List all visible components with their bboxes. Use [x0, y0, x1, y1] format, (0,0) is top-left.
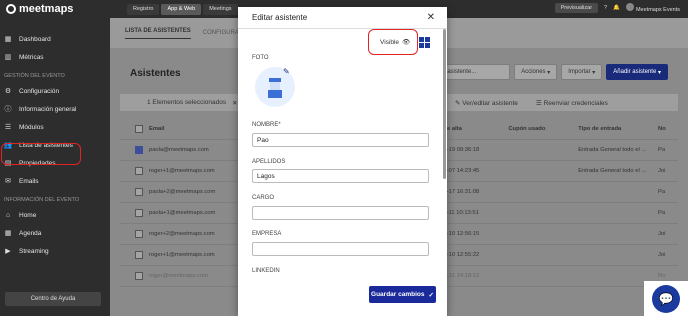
- sidebar-item-configuracion[interactable]: ⚙ Configuración: [0, 82, 110, 100]
- chat-icon: 💬: [652, 284, 680, 313]
- sidebar-item-informacion-general[interactable]: ⓘ Información general: [0, 100, 110, 118]
- sidebar-item-emails[interactable]: ✉ Emails: [0, 172, 110, 190]
- tab-lista-asistentes[interactable]: LISTA DE ASISTENTES: [125, 28, 191, 39]
- search-input[interactable]: asistente...: [440, 64, 511, 80]
- chart-icon: ▥: [4, 54, 12, 61]
- row-checkbox[interactable]: [135, 146, 143, 154]
- apellidos-label: APELLIDOS: [252, 159, 286, 165]
- sidebar-item-home[interactable]: ⌂ Home: [0, 206, 110, 224]
- help-center-button[interactable]: Centro de Ayuda: [5, 292, 101, 306]
- info-icon: ⓘ: [4, 106, 12, 113]
- sidebar-item-streaming[interactable]: ▶ Streaming: [0, 242, 110, 260]
- row-checkbox[interactable]: [135, 272, 143, 280]
- edit-attendee-modal: Editar asistente ✕ Visible 👁 FOTO ✎ NOMBR…: [238, 7, 447, 316]
- sidebar-item-modulos[interactable]: ☰ Módulos: [0, 118, 110, 136]
- logo-icon: [6, 4, 16, 14]
- avatar: [625, 3, 634, 11]
- tab-configuracion[interactable]: CONFIGURA: [203, 30, 239, 36]
- edit-icon: ✎: [455, 99, 461, 107]
- selected-count: 1 Elementos seleccionados: [147, 99, 227, 106]
- topbar-right: Previsualizar ? 🔔 Meetmaps Events: [554, 3, 680, 13]
- foto-label: FOTO: [252, 55, 269, 61]
- sidebar-item-metricas[interactable]: ▥ Métricas: [0, 48, 110, 66]
- sidebar-section-event: GESTIÓN DEL EVENTO: [4, 73, 65, 79]
- chat-widget[interactable]: 💬: [644, 281, 688, 316]
- empresa-field[interactable]: [252, 242, 429, 256]
- logo[interactable]: meetmaps: [0, 0, 110, 18]
- add-attendee-button[interactable]: Añadir asistente ▾: [606, 64, 668, 80]
- sidebar-section-info: INFORMACIÓN DEL EVENTO: [4, 197, 80, 203]
- toolbar: asistente... Acciones ▾ Importar ▾ Añadi…: [440, 64, 668, 80]
- user-avatar-icon: [268, 78, 282, 98]
- qr-code-icon[interactable]: [419, 37, 430, 48]
- cargo-field[interactable]: [252, 206, 429, 220]
- list-icon: ☰: [535, 99, 542, 107]
- modal-title: Editar asistente: [238, 7, 447, 29]
- row-checkbox[interactable]: [135, 251, 143, 259]
- close-icon[interactable]: ✕: [427, 12, 435, 23]
- bell-icon[interactable]: 🔔: [613, 5, 620, 11]
- row-checkbox[interactable]: [135, 230, 143, 238]
- selection-actions: ✎ Ver/editar asistente ☰ Reenviar creden…: [455, 99, 608, 107]
- tab-meetings[interactable]: Meetings: [203, 3, 238, 15]
- gear-icon: ⚙: [4, 88, 12, 95]
- tab-registro[interactable]: Registro: [127, 3, 160, 15]
- highlight-annotation: [368, 29, 418, 55]
- page-title: Asistentes: [130, 68, 181, 79]
- actions-dropdown[interactable]: Acciones ▾: [514, 64, 558, 80]
- save-button[interactable]: Guardar cambios ✓: [369, 286, 436, 303]
- linkedin-label: LINKEDIN: [252, 268, 280, 274]
- edit-photo-icon[interactable]: ✎: [283, 67, 290, 76]
- nombre-label: NOMBRE*: [252, 122, 281, 128]
- row-checkbox[interactable]: [135, 167, 143, 175]
- row-checkbox[interactable]: [135, 188, 143, 196]
- help-icon[interactable]: ?: [604, 5, 607, 11]
- select-all-checkbox[interactable]: [135, 124, 143, 133]
- streaming-icon: ▶: [5, 248, 11, 255]
- cargo-label: CARGO: [252, 195, 275, 201]
- resend-credentials-button[interactable]: ☰ Reenviar credenciales: [536, 99, 608, 107]
- clear-selection-icon[interactable]: ✕: [232, 99, 237, 107]
- row-checkbox[interactable]: [135, 209, 143, 217]
- preview-button[interactable]: Previsualizar: [554, 3, 599, 13]
- check-icon: ✓: [428, 291, 434, 299]
- apellidos-field[interactable]: Lagos: [252, 169, 429, 183]
- empresa-label: EMPRESA: [252, 231, 282, 237]
- dashboard-icon: ▦: [4, 36, 12, 43]
- home-icon: ⌂: [5, 211, 11, 219]
- mail-icon: ✉: [5, 178, 11, 185]
- calendar-icon: ▦: [4, 230, 12, 237]
- menu-icon: ☰: [4, 124, 12, 131]
- user-menu[interactable]: Meetmaps Events: [625, 3, 680, 13]
- sidebar-item-agenda[interactable]: ▦ Agenda: [0, 224, 110, 242]
- import-dropdown[interactable]: Importar ▾: [561, 64, 603, 80]
- modal-scrollbar[interactable]: [443, 29, 446, 179]
- nombre-field[interactable]: Pao: [252, 133, 429, 147]
- view-edit-button[interactable]: ✎ Ver/editar asistente: [455, 99, 518, 107]
- highlight-annotation: [1, 143, 81, 165]
- tab-app-web[interactable]: App & Web: [161, 3, 202, 15]
- sidebar-item-dashboard[interactable]: ▦ Dashboard: [0, 30, 110, 48]
